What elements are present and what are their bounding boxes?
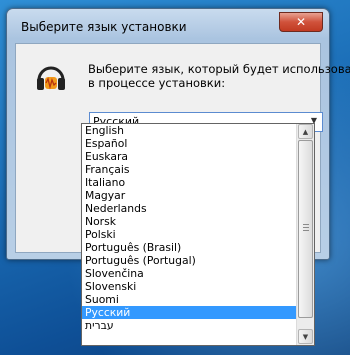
language-option[interactable]: Slovenčina — [82, 267, 297, 280]
language-option[interactable]: Русский — [82, 306, 297, 319]
language-option[interactable]: English — [82, 124, 297, 137]
language-option[interactable]: Magyar — [82, 189, 297, 202]
prompt-line-1: Выберите язык, который будет использован — [88, 62, 350, 76]
language-option[interactable]: Suomi — [82, 293, 297, 306]
language-option[interactable]: Français — [82, 163, 297, 176]
close-button[interactable]: ✕ — [279, 12, 323, 32]
scrollbar[interactable]: ▲ ▼ — [296, 124, 314, 345]
scroll-down-button[interactable]: ▼ — [298, 329, 313, 344]
language-option[interactable]: Español — [82, 137, 297, 150]
title-bar[interactable]: Выберите язык установки ✕ — [7, 9, 329, 43]
scroll-thumb[interactable] — [298, 140, 313, 318]
language-option[interactable]: עברית — [82, 319, 297, 332]
prompt-text: Выберите язык, который будет использован… — [88, 62, 350, 90]
language-option[interactable]: Português (Portugal) — [82, 254, 297, 267]
language-option[interactable]: Português (Brasil) — [82, 241, 297, 254]
prompt-line-2: в процессе установки: — [88, 76, 226, 90]
headphones-icon — [37, 66, 65, 90]
language-option[interactable]: Polski — [82, 228, 297, 241]
language-option[interactable]: Italiano — [82, 176, 297, 189]
language-option[interactable]: Norsk — [82, 215, 297, 228]
scroll-up-button[interactable]: ▲ — [298, 124, 313, 139]
dialog-title: Выберите язык установки — [21, 20, 187, 34]
language-option[interactable]: Nederlands — [82, 202, 297, 215]
language-option[interactable]: Slovenski — [82, 280, 297, 293]
language-dropdown-list: English Español Euskara Français Italiano Mag… — [81, 123, 315, 346]
language-option[interactable]: Euskara — [82, 150, 297, 163]
language-options: English Español Euskara Français Italiano Mag… — [82, 124, 297, 332]
